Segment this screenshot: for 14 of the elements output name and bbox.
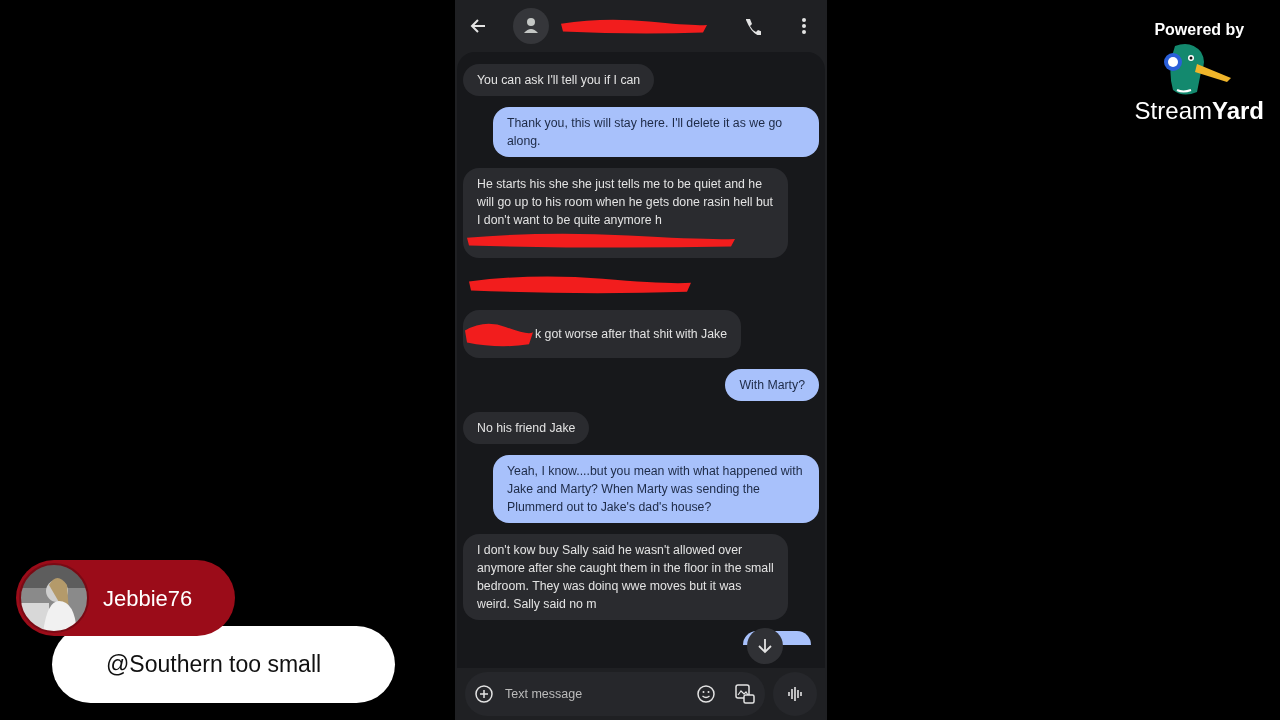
received-message-bubble: I don't kow buy Sally said he wasn't allowed over anymore after she caught them in the floor in the small bedroom. They was doinq wwe moves but it was weird. Sally said no m <box>463 534 788 620</box>
received-message-bubble: No his friend Jake <box>463 412 590 444</box>
sent-message-bubble: Thank you, this will stay here. I'll delete it as we go along. <box>493 107 819 157</box>
received-message-bubble: You can ask I'll tell you if I can <box>463 64 655 96</box>
powered-by-label: Powered by <box>1154 20 1245 40</box>
compose-field[interactable]: Text message <box>465 672 765 716</box>
sent-message-bubble: With Marty? <box>725 369 819 401</box>
brand-name: StreamYard <box>1134 98 1264 125</box>
commenter-name: Jebbie76 <box>103 584 193 613</box>
received-message-bubble: He starts his she she just tells me to be quiet and he will go up to his room when he gets done rasin hell but I don't want to be quite anymore h <box>463 168 788 258</box>
received-message-bubble: k got worse after that shit with Jake <box>463 310 742 358</box>
sent-message-bubble: Yeah, I know....but you mean with what happened with Jake and Marty? When Marty was sending the Plummerd out to Jake's dad's house? <box>493 455 819 523</box>
comment-text: @Southern too small <box>52 626 395 703</box>
message-input-field[interactable]: Text message <box>503 683 687 705</box>
